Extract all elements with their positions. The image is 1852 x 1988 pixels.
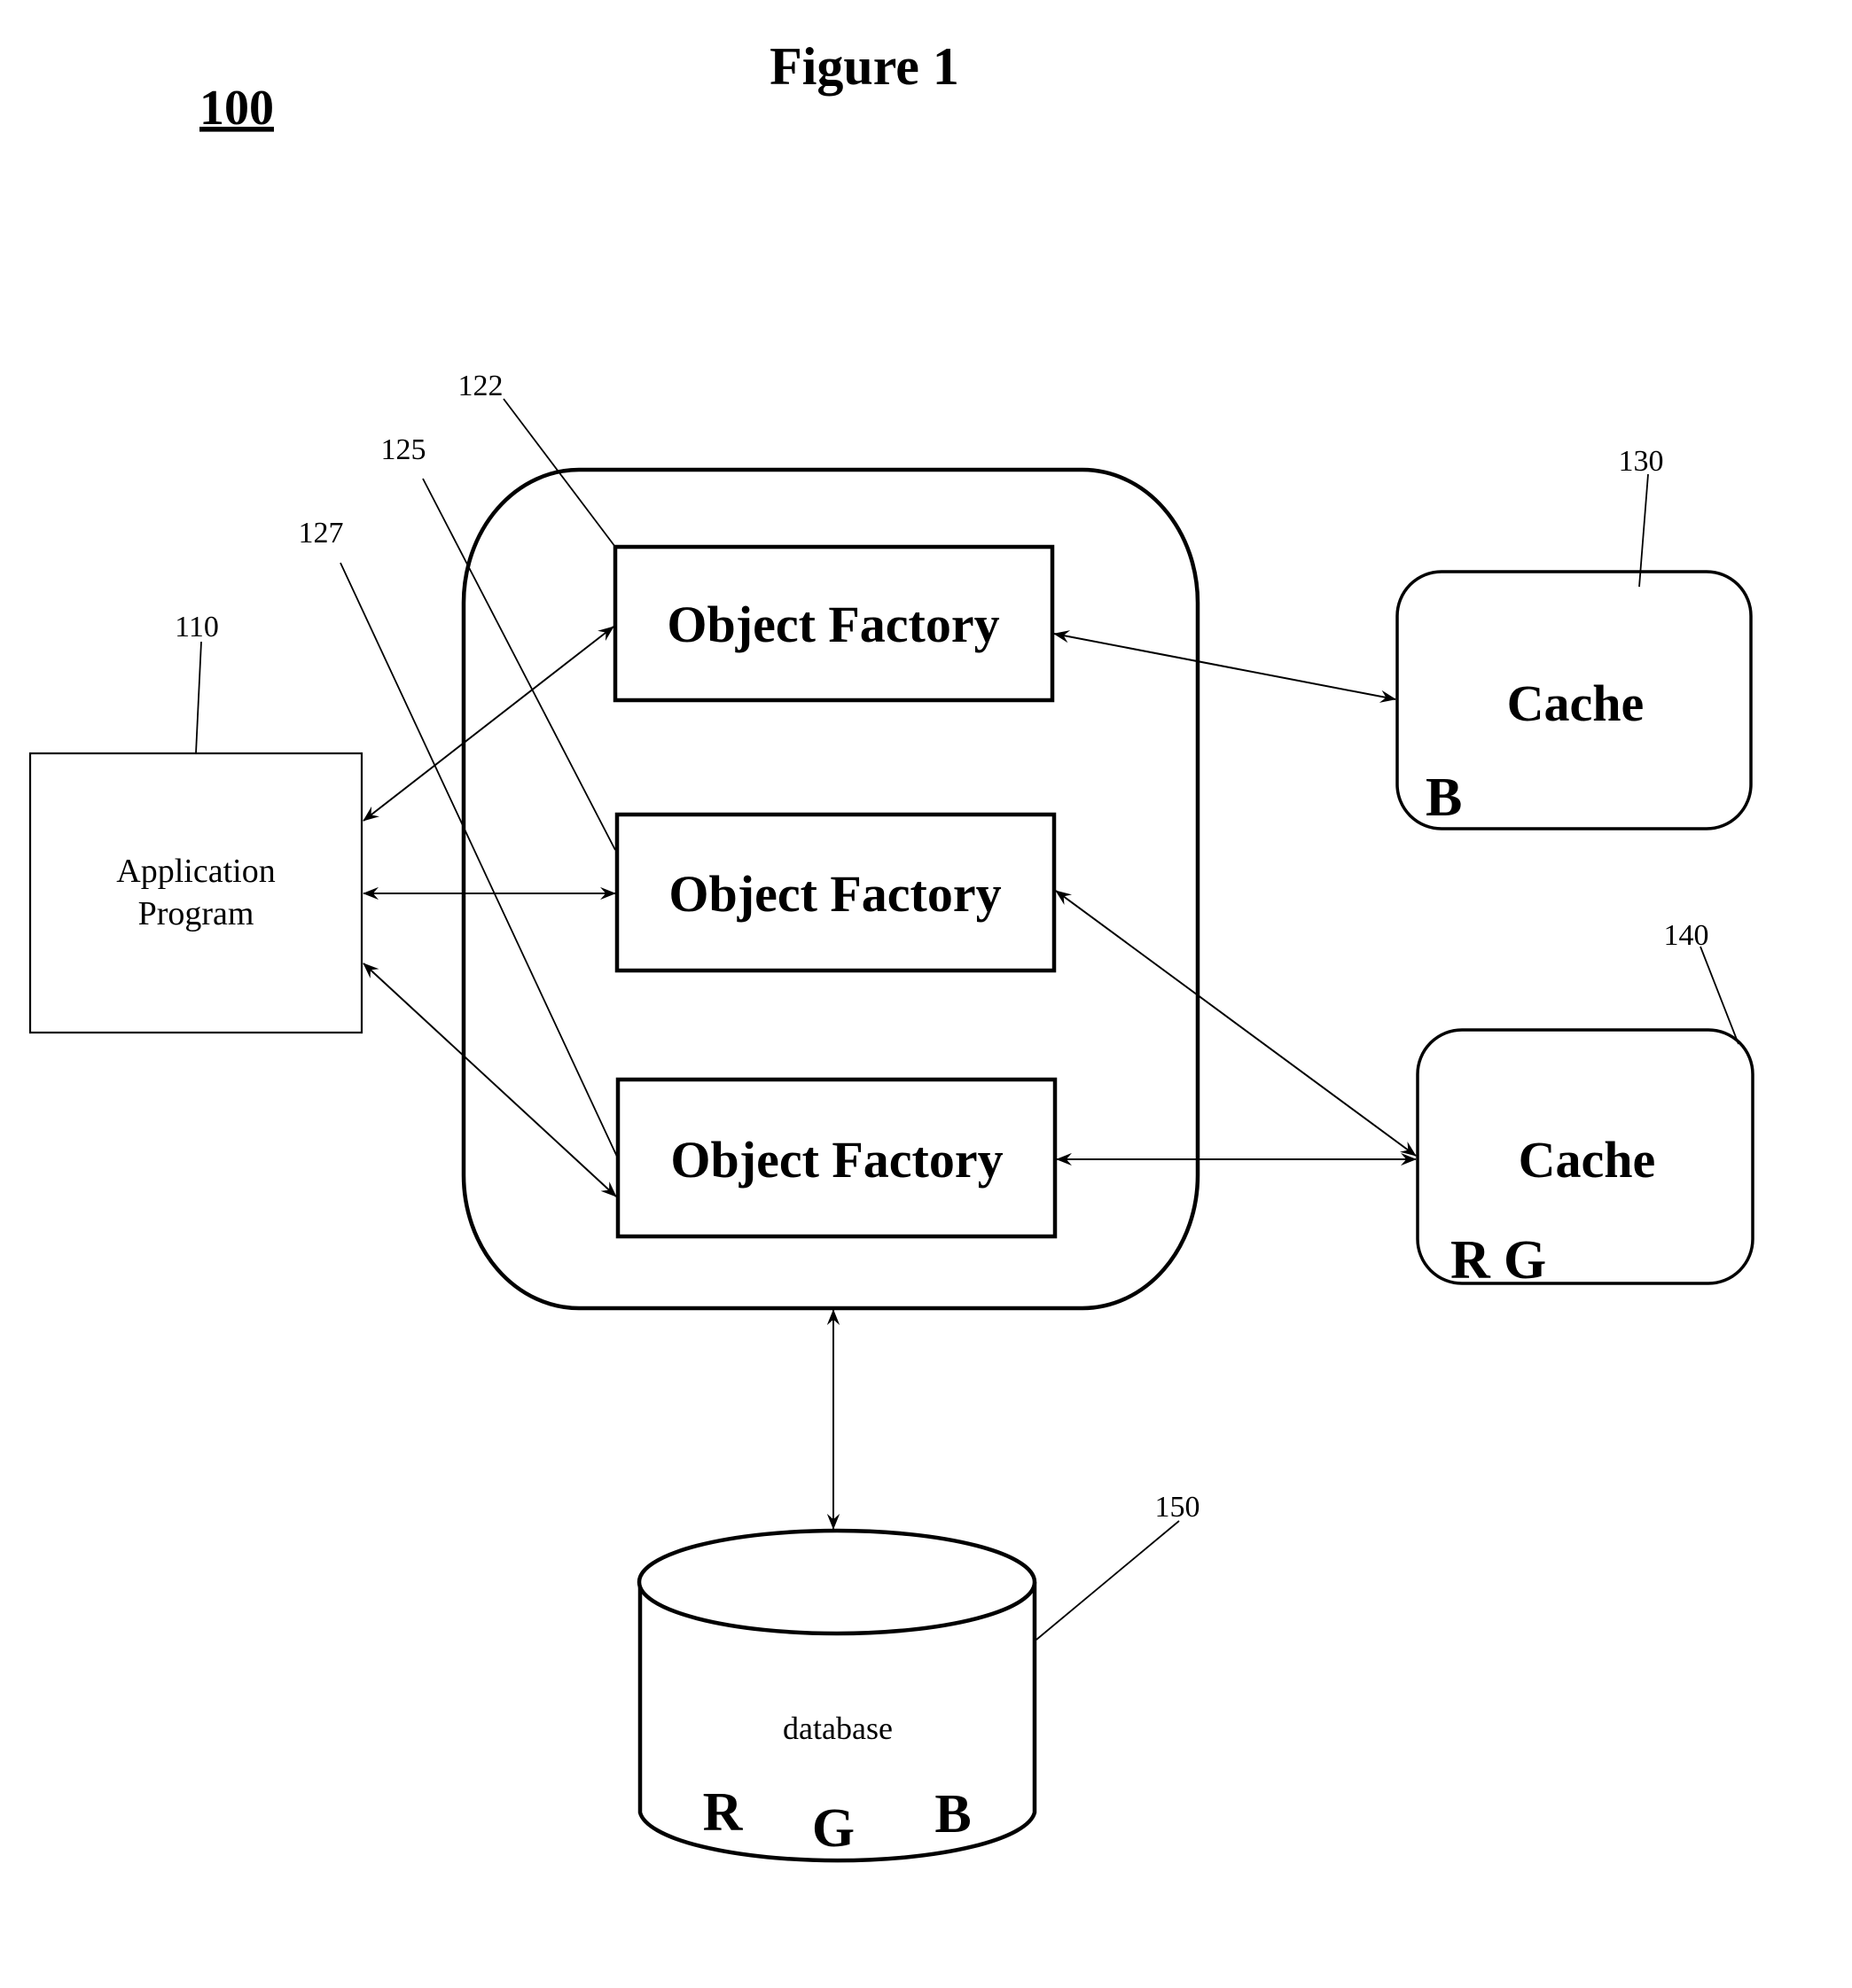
- object-factory-127[interactable]: Object Factory: [615, 1077, 1058, 1239]
- cache-label: Cache: [1519, 1131, 1656, 1189]
- database-top: [637, 1528, 1037, 1636]
- ref-label-122: 122: [458, 370, 504, 402]
- ref-label-140: 140: [1664, 919, 1709, 952]
- application-label-line-2: Program: [138, 895, 254, 932]
- database-label: database: [783, 1711, 893, 1746]
- ref-label-130: 130: [1619, 445, 1664, 478]
- cache-content-g: G: [1504, 1230, 1546, 1290]
- leader-line-110: [195, 641, 202, 754]
- leader-line-150: [1035, 1520, 1180, 1641]
- database-150[interactable]: database R G B: [637, 1528, 1037, 1863]
- application-program[interactable]: Application Program: [28, 752, 363, 1034]
- cache-label: Cache: [1507, 674, 1645, 732]
- object-factory-label: Object Factory: [668, 865, 1001, 923]
- application-label-line-1: Application: [116, 853, 275, 890]
- object-factory-label: Object Factory: [667, 596, 999, 653]
- figure-number: 100: [199, 81, 274, 136]
- leader-line-130: [1638, 473, 1649, 588]
- database-content-g: G: [812, 1798, 855, 1859]
- cache-content-b: B: [1426, 768, 1462, 828]
- figure-canvas: Figure 1 100 Object Factory Object Facto…: [28, 37, 1754, 1863]
- application-box: [28, 752, 363, 1034]
- figure-title: Figure 1: [770, 37, 959, 96]
- object-factory-125[interactable]: Object Factory: [614, 812, 1057, 973]
- cache-140[interactable]: Cache R G: [1416, 1028, 1754, 1290]
- database-content-b: B: [934, 1784, 971, 1844]
- ref-label-127: 127: [299, 517, 344, 550]
- database-content-r: R: [703, 1782, 744, 1843]
- ref-label-110: 110: [175, 611, 219, 643]
- ref-label-150: 150: [1155, 1491, 1200, 1524]
- object-factory-122[interactable]: Object Factory: [613, 544, 1055, 703]
- ref-label-125: 125: [381, 433, 426, 466]
- cache-130[interactable]: Cache B: [1395, 570, 1753, 830]
- cache-content-r: R: [1450, 1230, 1491, 1290]
- object-factory-label: Object Factory: [670, 1131, 1003, 1189]
